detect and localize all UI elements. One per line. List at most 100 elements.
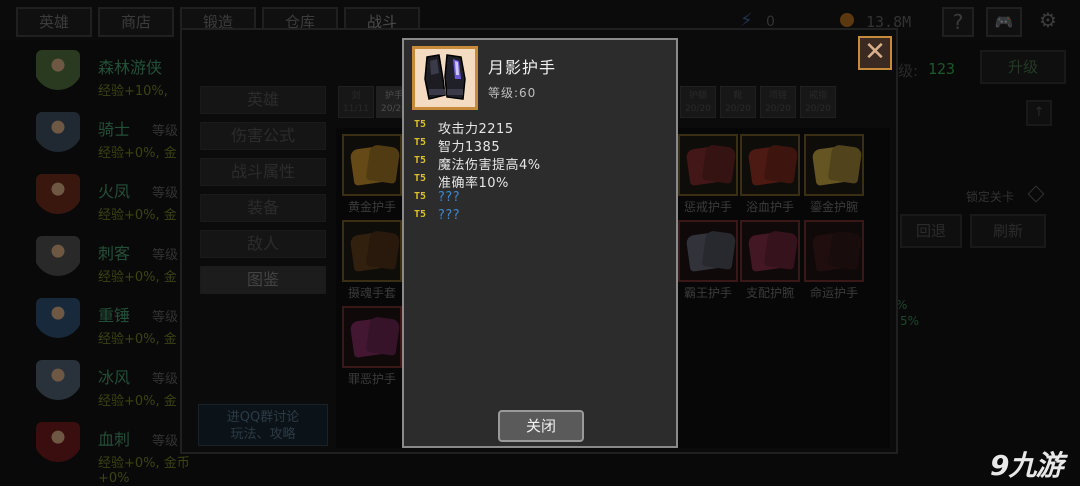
back-button[interactable]: 回退 xyxy=(900,214,962,248)
item-detail-popup: 月影护手 等级:60 T5 攻击力2215 T5 智力1385 T5 魔法伤害提高4% T5… xyxy=(402,38,678,448)
menu-item[interactable]: 敌人 xyxy=(200,230,326,258)
slot-tab[interactable]: 项链 20/20 xyxy=(760,86,796,118)
slot-tab-label: 剑 xyxy=(351,91,361,101)
item-slot[interactable] xyxy=(342,220,402,282)
menu-item[interactable]: 英雄 xyxy=(200,86,326,114)
gauntlet-icon xyxy=(701,230,737,270)
hero-name: 血刺 xyxy=(98,430,131,449)
tier-badge: T5 xyxy=(414,209,427,220)
qq-line-1: 进QQ群讨论 xyxy=(226,410,300,425)
hero-exp-bonus: 经验+10%, xyxy=(98,84,168,99)
hero-portrait xyxy=(36,422,80,476)
hero-name: 火凤 xyxy=(98,182,131,201)
lock-stage-label: 锁定关卡 xyxy=(966,190,1015,204)
slot-tab[interactable]: 护腿 20/20 xyxy=(680,86,716,118)
item-slot[interactable] xyxy=(740,220,800,282)
hero-exp-bonus: 经验+0%, 金 xyxy=(98,332,177,347)
hero-level-label: 等级 xyxy=(152,372,179,387)
item-slot[interactable] xyxy=(740,134,800,196)
hero-level-label: 等级 xyxy=(152,248,179,263)
hero-exp-bonus: 经验+0%, 金 xyxy=(98,270,177,285)
tier-badge: T5 xyxy=(414,137,427,148)
hero-row[interactable]: 骑士 等级 经验+0%, 金 xyxy=(20,110,200,172)
gauntlet-icon xyxy=(365,316,401,356)
moon-shadow-gauntlet-icon xyxy=(415,49,475,107)
gamepad-icon: 🎮 xyxy=(994,13,1014,31)
hero-name: 森林游侠 xyxy=(98,58,163,77)
slot-tab-label: 靴 xyxy=(733,91,743,101)
slot-tab[interactable]: 靴 20/20 xyxy=(720,86,756,118)
gamepad-button[interactable]: 🎮 xyxy=(986,7,1022,37)
hero-level-label: 等级 xyxy=(152,310,179,325)
tab-heroes[interactable]: 英雄 xyxy=(16,7,92,37)
item-attribute: 准确率10% xyxy=(438,176,509,191)
gauntlet-icon xyxy=(827,144,863,184)
item-attribute: ??? xyxy=(438,190,461,205)
hero-row[interactable]: 火凤 等级 经验+0%, 金 xyxy=(20,172,200,234)
hero-row[interactable]: 血刺 等级经验+0%, 金币+0% xyxy=(20,420,200,486)
hero-exp-bonus: 经验+0%, 金 xyxy=(98,394,177,409)
gear-icon: ⚙ xyxy=(1039,8,1057,32)
item-name: 摄魂手套 xyxy=(347,286,396,300)
hero-row[interactable]: 森林游侠经验+10%, xyxy=(20,48,200,110)
hero-level-label: 等级 xyxy=(152,186,179,201)
help-button[interactable]: ? xyxy=(942,7,974,37)
tier-badge: T5 xyxy=(414,173,427,184)
tier-badge: T5 xyxy=(414,119,427,130)
slot-tab[interactable]: 剑 11/11 xyxy=(338,86,374,118)
panel-close-button[interactable]: ✕ xyxy=(858,36,892,70)
item-attribute: 智力1385 xyxy=(438,140,501,155)
item-slot[interactable] xyxy=(342,306,402,368)
gauntlet-icon xyxy=(365,144,401,184)
gauntlet-icon xyxy=(365,230,401,270)
hero-name: 刺客 xyxy=(98,244,131,263)
hero-row[interactable]: 冰风 等级经验+0%, 金 xyxy=(20,358,200,420)
hero-portrait xyxy=(36,174,80,228)
item-name: 罪恶护手 xyxy=(347,372,396,386)
item-attribute: ??? xyxy=(438,208,461,223)
item-slot[interactable] xyxy=(342,134,402,196)
hero-portrait xyxy=(36,298,80,352)
upgrade-button[interactable]: 升级 xyxy=(980,50,1066,84)
item-slot[interactable] xyxy=(804,220,864,282)
item-level: 等级:60 xyxy=(488,86,537,100)
hero-name: 冰风 xyxy=(98,368,131,387)
watermark-logo: 9九游 xyxy=(990,449,1063,482)
level-label: 级: xyxy=(898,62,919,80)
close-icon: ✕ xyxy=(864,37,886,67)
hero-name: 骑士 xyxy=(98,120,131,139)
menu-item[interactable]: 图鉴 xyxy=(200,266,326,294)
item-slot[interactable] xyxy=(678,134,738,196)
hero-row[interactable]: 重锤 等级经验+0%, 金 xyxy=(20,296,200,358)
gauntlet-icon xyxy=(763,230,799,270)
hero-portrait xyxy=(36,112,80,166)
hero-exp-bonus: 经验+0%, 金币+0% xyxy=(98,456,190,486)
qq-group-button[interactable]: 进QQ群讨论 玩法、攻略 xyxy=(198,404,328,446)
popup-close-button[interactable]: 关闭 xyxy=(498,410,584,442)
hero-portrait xyxy=(36,236,80,290)
item-slot[interactable] xyxy=(678,220,738,282)
slot-tab-count: 20/20 xyxy=(805,104,831,114)
menu-item[interactable]: 战斗属性 xyxy=(200,158,326,186)
lock-stage-toggle[interactable] xyxy=(1027,185,1045,203)
level-value: 123 xyxy=(928,60,956,78)
slot-tab-label: 戒指 xyxy=(808,91,827,101)
up-arrow-icon: ↑ xyxy=(1033,105,1045,120)
slot-tab-label: 护腿 xyxy=(688,91,707,101)
menu-item[interactable]: 伤害公式 xyxy=(200,122,326,150)
refresh-button[interactable]: 刷新 xyxy=(970,214,1046,248)
hero-row[interactable]: 刺客 等级经验+0%, 金 xyxy=(20,234,200,296)
item-slot[interactable] xyxy=(804,134,864,196)
tab-shop[interactable]: 商店 xyxy=(98,7,174,37)
hero-name: 重锤 xyxy=(98,306,131,325)
item-name: 黄金护手 xyxy=(347,200,396,214)
upload-button[interactable]: ↑ xyxy=(1026,100,1052,126)
menu-item[interactable]: 装备 xyxy=(200,194,326,222)
item-attribute: 魔法伤害提高4% xyxy=(438,158,541,173)
qq-line-2: 玩法、攻略 xyxy=(230,427,296,442)
tier-badge: T5 xyxy=(414,155,427,166)
item-name: 鎏金护腕 xyxy=(809,200,858,214)
settings-button[interactable]: ⚙ xyxy=(1030,7,1066,37)
slot-tab[interactable]: 戒指 20/20 xyxy=(800,86,836,118)
hero-level-label: 等级 xyxy=(152,434,179,449)
